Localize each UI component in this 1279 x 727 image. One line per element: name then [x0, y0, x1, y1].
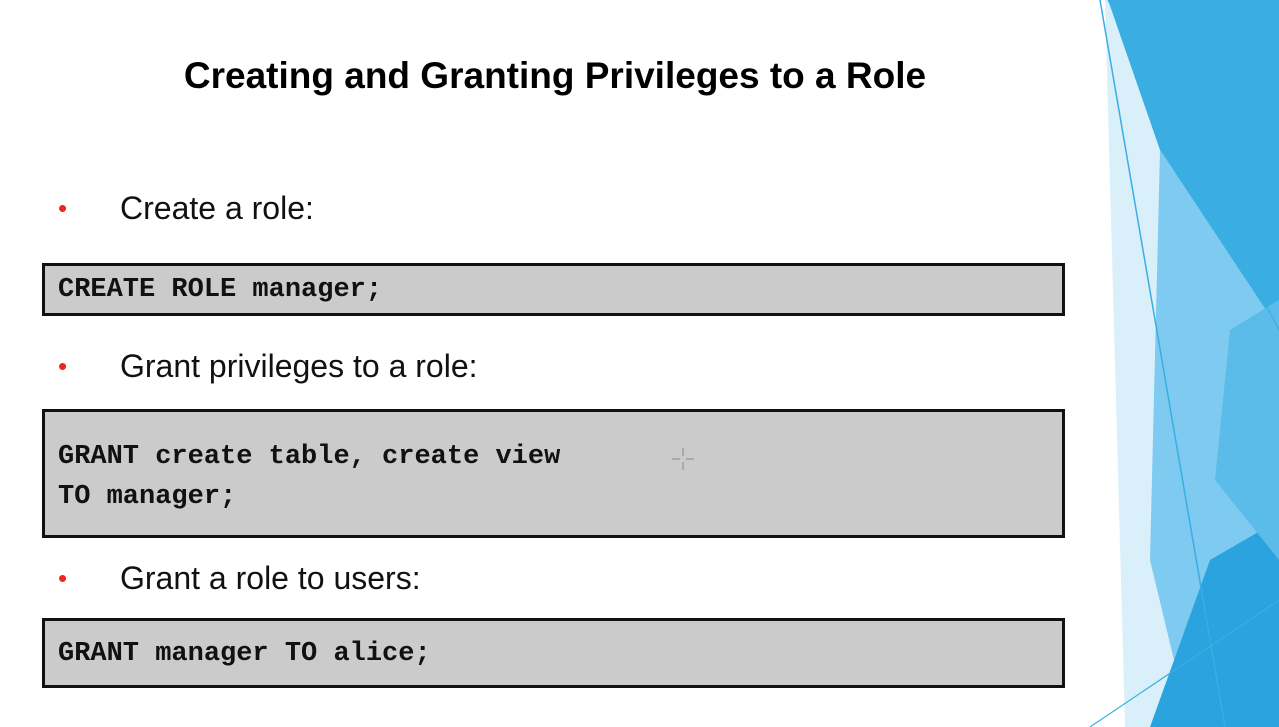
code-line: TO manager;	[58, 482, 237, 512]
bullet-create-role: • Create a role:	[58, 190, 314, 227]
slide-title: Creating and Granting Privileges to a Ro…	[183, 55, 927, 96]
decor-line-3	[1089, 599, 1279, 727]
bullet-grant-privileges: • Grant privileges to a role:	[58, 348, 478, 385]
bullet-dot: •	[58, 563, 68, 593]
decor-line-1	[1099, 0, 1226, 727]
decor-line-2	[1107, 0, 1279, 331]
decor-mid-light-blue	[1150, 150, 1279, 727]
decor-top-blue-triangle	[1108, 0, 1279, 330]
slide: Creating and Granting Privileges to a Ro…	[0, 0, 1279, 727]
decor-bottom-blue-triangle	[1150, 520, 1279, 727]
code-block-grant-role: GRANT manager TO alice;	[42, 618, 1065, 688]
bullet-text: Create a role:	[120, 190, 314, 226]
code-line: GRANT create table, create view	[58, 442, 561, 472]
code-line: GRANT manager TO alice;	[58, 639, 431, 669]
bullet-dot: •	[58, 351, 68, 381]
bullet-dot: •	[58, 193, 68, 223]
bullet-text: Grant a role to users:	[120, 560, 421, 596]
crosshair-cursor-icon	[672, 448, 694, 470]
code-block-grant-privileges: GRANT create table, create view TO manag…	[42, 409, 1065, 538]
decor-accent-triangle	[1215, 300, 1279, 560]
code-block-create-role: CREATE ROLE manager;	[42, 263, 1065, 316]
decor-pale-triangle	[1105, 0, 1279, 727]
bullet-text: Grant privileges to a role:	[120, 348, 478, 384]
bullet-grant-role-to-users: • Grant a role to users:	[58, 560, 421, 597]
code-line: CREATE ROLE manager;	[58, 275, 383, 305]
